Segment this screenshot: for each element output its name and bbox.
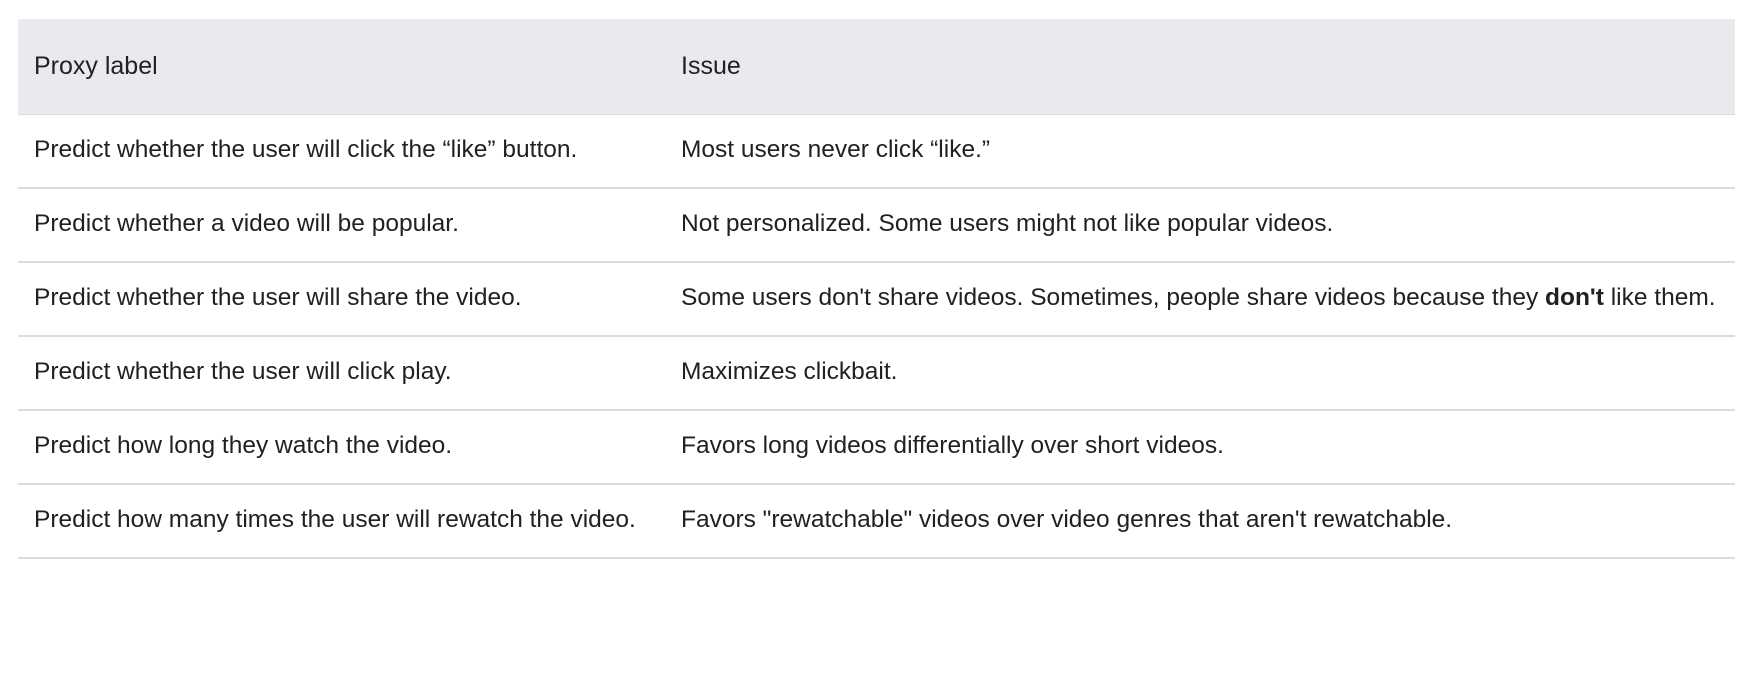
issue-cell: Most users never click “like.” [665,114,1735,189]
issue-text-emphasis: don't [1545,284,1604,311]
issue-cell: Not personalized. Some users might not l… [665,188,1735,263]
proxy-label-cell: Predict whether the user will click play… [18,336,665,411]
table-row: Predict whether the user will click the … [18,114,1735,189]
issue-text-start: Some users don't share videos. Sometimes… [681,284,1546,311]
proxy-label-cell: Predict whether the user will share the … [18,262,665,337]
issue-cell: Maximizes clickbait. [665,336,1735,411]
issue-cell: Favors long videos differentially over s… [665,410,1735,485]
proxy-label-cell: Predict whether a video will be popular. [18,188,665,263]
issue-cell: Some users don't share videos. Sometimes… [665,262,1735,337]
column-header-proxy-label: Proxy label [18,19,665,115]
table-row: Predict how many times the user will rew… [18,484,1735,559]
table-header: Proxy label Issue [18,19,1735,115]
proxy-label-table-container: Proxy label Issue Predict whether the us… [18,19,1735,559]
column-header-issue: Issue [665,19,1735,115]
table-row: Predict how long they watch the video. F… [18,410,1735,485]
issue-cell: Favors "rewatchable" videos over video g… [665,484,1735,559]
proxy-label-cell: Predict how long they watch the video. [18,410,665,485]
proxy-label-cell: Predict how many times the user will rew… [18,484,665,559]
table-header-row: Proxy label Issue [18,19,1735,115]
table-body: Predict whether the user will click the … [18,114,1735,559]
issue-text-end: like them. [1603,284,1716,311]
table-row: Predict whether the user will share the … [18,262,1735,337]
proxy-label-table: Proxy label Issue Predict whether the us… [18,19,1735,559]
table-row: Predict whether the user will click play… [18,336,1735,411]
table-row: Predict whether a video will be popular.… [18,188,1735,263]
proxy-label-cell: Predict whether the user will click the … [18,114,665,189]
